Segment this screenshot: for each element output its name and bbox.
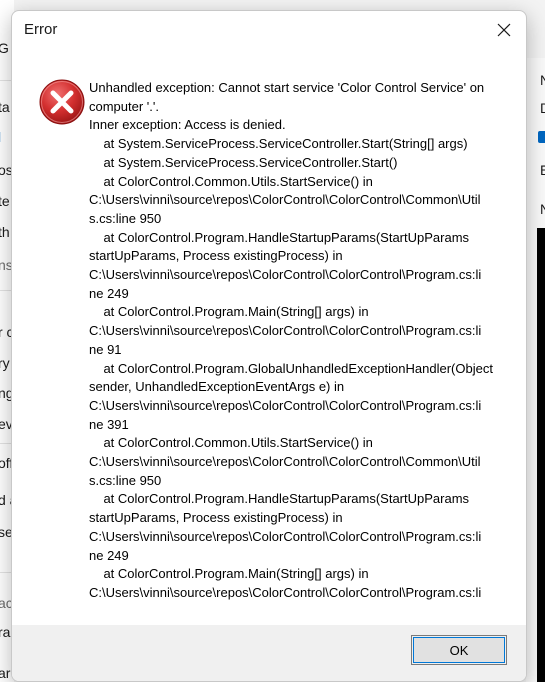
message-line: at ColorControl.Program.HandleStartupPar… — [89, 229, 470, 245]
message-line: at ColorControl.Program.Main(String[] ar… — [89, 566, 369, 582]
dialog-title: Error — [24, 21, 58, 38]
dialog-content: Unhandled exception: Cannot start servic… — [12, 49, 526, 625]
bg-text-fragment: ry — [0, 355, 10, 371]
message-line: at System.ServiceProcess.ServiceControll… — [89, 154, 398, 170]
message-line: C:\Users\vinni\source\repos\ColorControl… — [89, 397, 482, 413]
close-button[interactable] — [482, 11, 526, 49]
bg-text-fragment: th — [0, 224, 10, 240]
bg-text-fragment: E — [540, 162, 545, 178]
message-line: C:\Users\vinni\source\repos\ColorControl… — [89, 323, 482, 339]
message-line: Inner exception: Access is denied. — [89, 117, 286, 133]
bg-dark-panel — [537, 228, 545, 682]
message-line: C:\Users\vinni\source\repos\ColorControl… — [89, 584, 482, 600]
message-line: C:\Users\vinni\source\repos\ColorControl… — [89, 267, 482, 283]
message-line: at ColorControl.Common.Utils.StartServic… — [89, 173, 373, 189]
message-line: s.cs:line 950 — [89, 210, 162, 226]
dialog-titlebar[interactable]: Error — [12, 11, 526, 49]
message-line: startUpParams, Process existingProcess) … — [89, 248, 343, 264]
close-icon — [497, 23, 511, 37]
message-line: at ColorControl.Program.HandleStartupPar… — [89, 491, 470, 507]
bg-text-fragment: l — [0, 129, 1, 145]
error-dialog: Error Unhandled exception: Cannot start … — [11, 10, 527, 682]
bg-text-fragment: ra — [0, 624, 11, 640]
bg-text-fragment: D — [540, 100, 545, 116]
message-line: ne 249 — [89, 285, 129, 301]
message-line: sender, UnhandledExceptionEventArgs e) i… — [89, 379, 345, 395]
error-icon — [39, 79, 85, 125]
background-window-right: N D E N — [526, 58, 545, 682]
message-line: ne 91 — [89, 341, 122, 357]
error-message: Unhandled exception: Cannot start servic… — [89, 79, 495, 603]
ok-button[interactable]: OK — [411, 635, 507, 665]
bg-text-fragment: ta — [0, 99, 10, 115]
message-line: at ColorControl.Program.Main(String[] ar… — [89, 304, 369, 320]
message-line: startUpParams, Process existingProcess) … — [89, 510, 343, 526]
message-line: at ColorControl.Program.GlobalUnhandledE… — [89, 360, 493, 376]
message-line: ne 391 — [89, 416, 129, 432]
bg-text-fragment: ar — [0, 665, 11, 681]
message-line: ne 249 — [89, 547, 129, 563]
bg-text-fragment: te — [0, 193, 10, 209]
bg-text-fragment: G — [0, 40, 9, 56]
message-line: C:\Users\vinni\source\repos\ColorControl… — [89, 454, 481, 470]
message-line: computer '.'. — [89, 98, 159, 114]
message-line: at ColorControl.Common.Utils.StartServic… — [89, 435, 373, 451]
message-line: C:\Users\vinni\source\repos\ColorControl… — [89, 192, 481, 208]
bg-text-fragment: N — [540, 201, 545, 217]
message-line: Unhandled exception: Cannot start servic… — [89, 80, 485, 95]
bg-text-fragment: N — [540, 72, 545, 88]
dialog-footer: OK — [12, 625, 526, 681]
bg-checkbox — [538, 131, 545, 143]
message-line: at System.ServiceProcess.ServiceControll… — [89, 136, 468, 152]
message-line: C:\Users\vinni\source\repos\ColorControl… — [89, 528, 482, 544]
message-line: s.cs:line 950 — [89, 472, 162, 488]
